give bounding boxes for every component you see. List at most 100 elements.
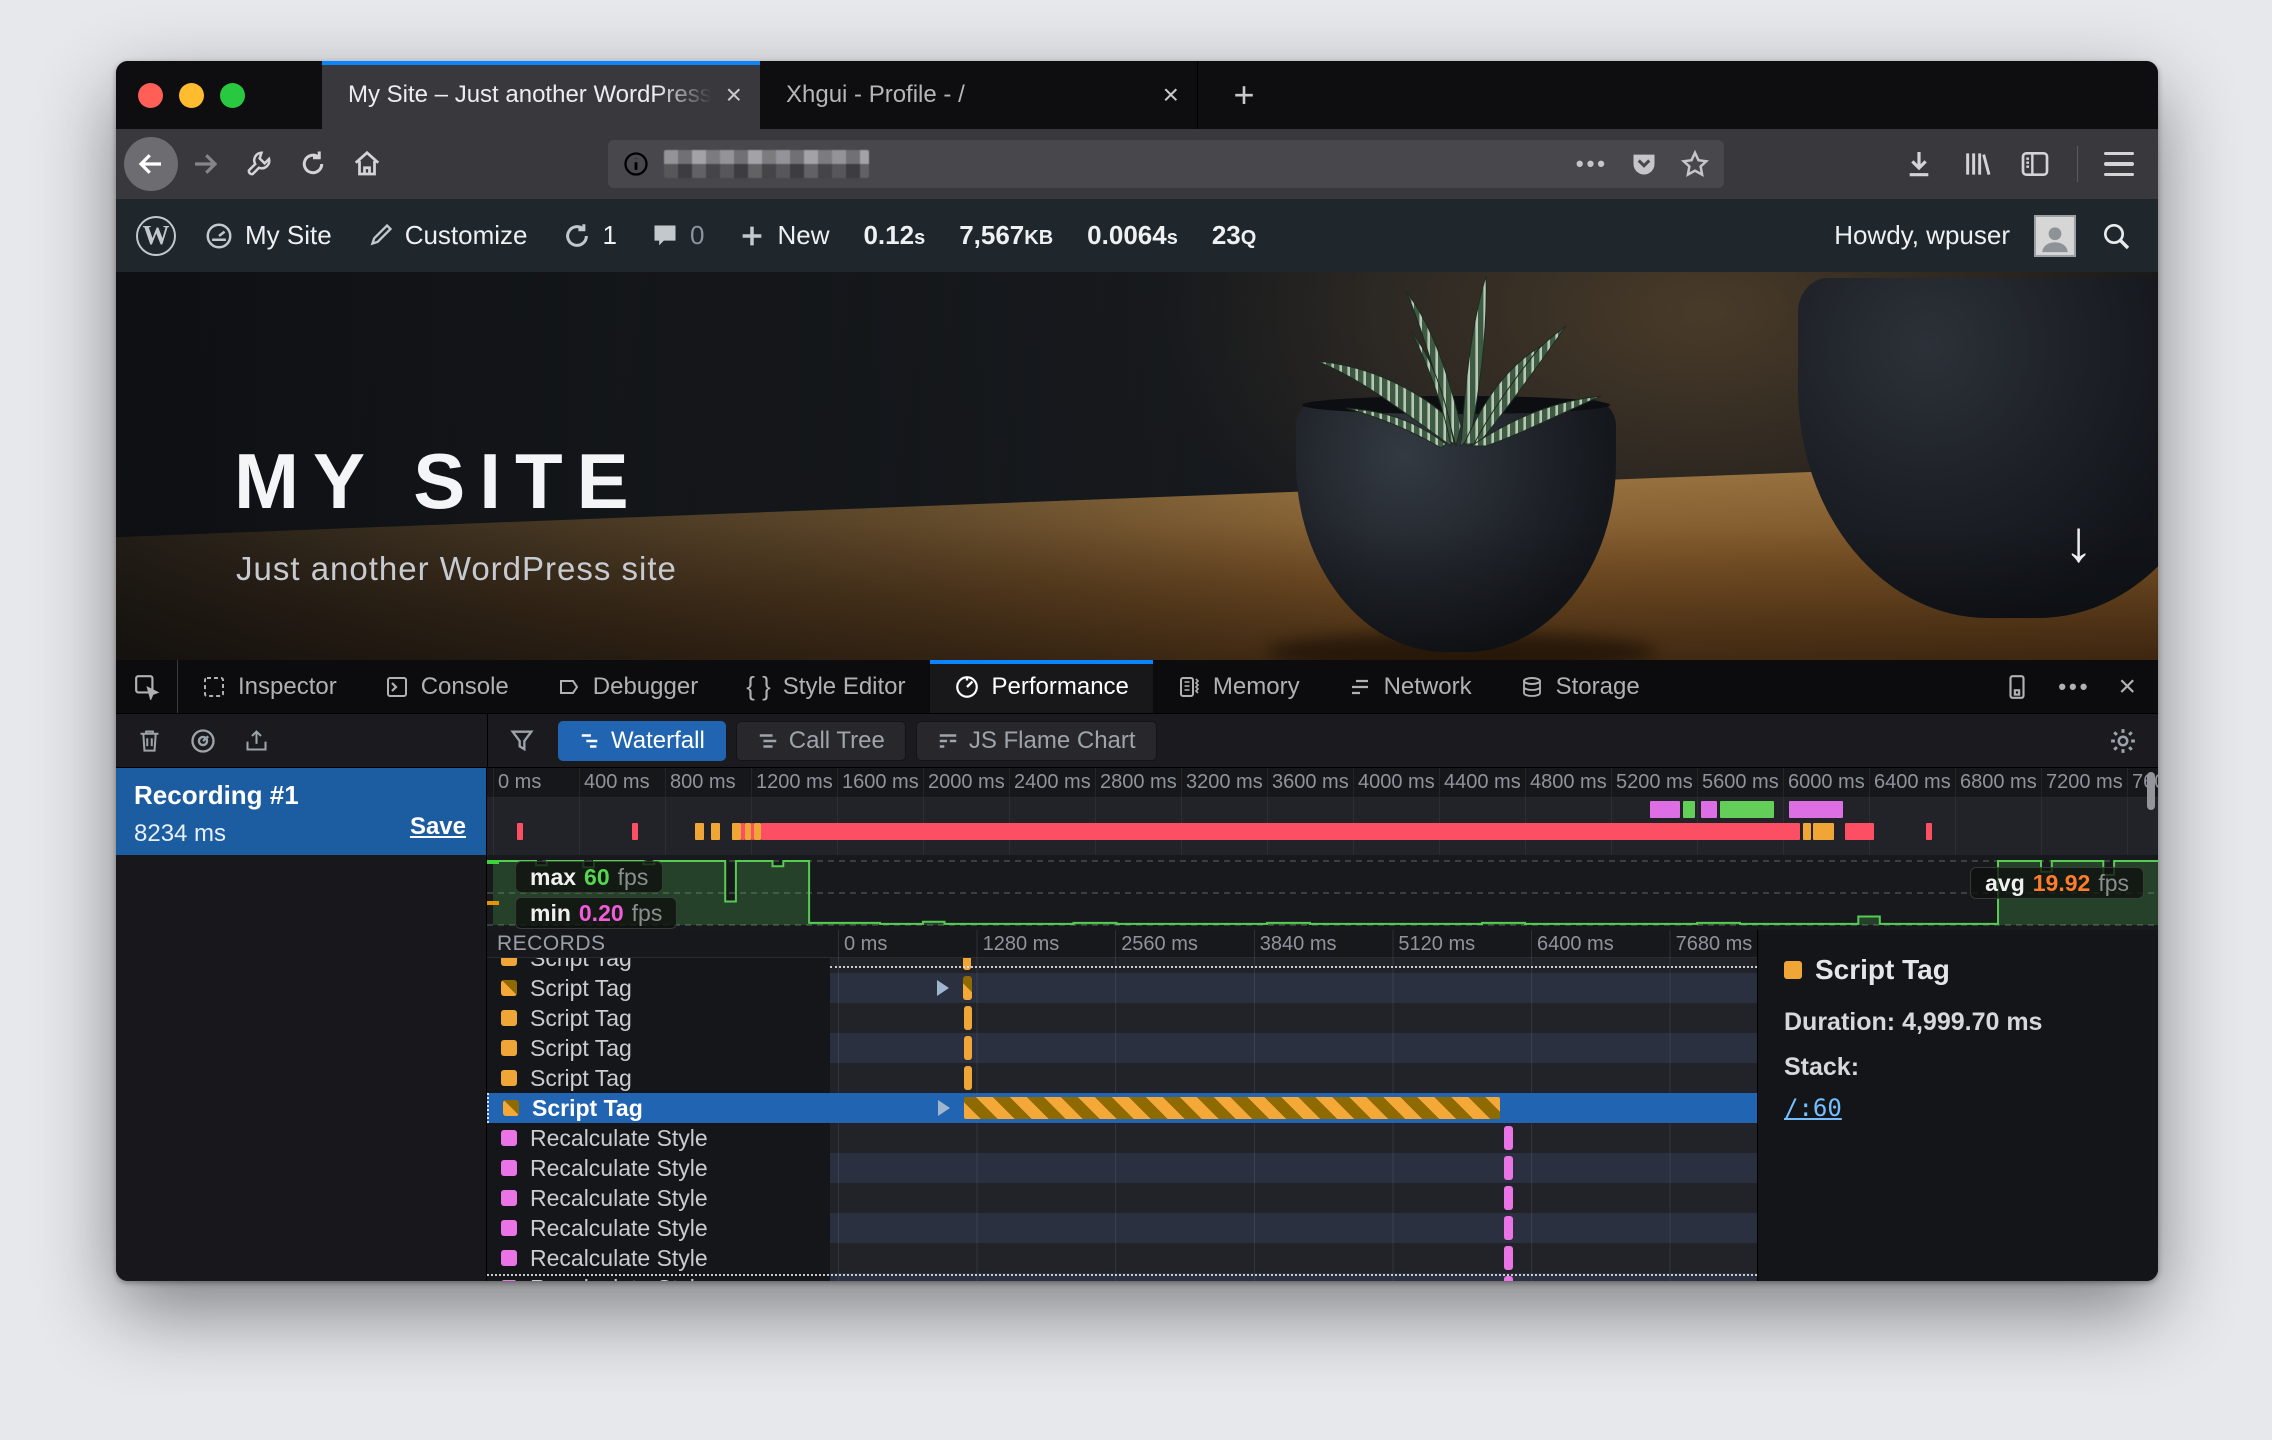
view-tab-waterfall[interactable]: Waterfall	[558, 721, 726, 761]
script-tag-marker-icon	[501, 958, 517, 966]
zoom-window-button[interactable]	[220, 83, 245, 108]
expand-arrow-icon[interactable]	[937, 980, 949, 996]
url-bar[interactable]: •••	[608, 140, 1724, 188]
overview-ruler-tick: 6000 ms	[1783, 771, 1865, 794]
record-track-cell	[830, 1153, 1757, 1183]
import-recording-icon[interactable]	[243, 727, 270, 754]
overview-marker-row-1	[487, 801, 2158, 818]
expand-arrow-icon[interactable]	[938, 1100, 950, 1116]
waterfall-row-script-tag[interactable]: Script Tag	[487, 1033, 1757, 1063]
devtools-close-icon[interactable]: ×	[2118, 670, 2136, 704]
tab-close-icon[interactable]: ×	[726, 81, 742, 109]
devtools-tab-network[interactable]: Network	[1324, 660, 1496, 713]
devtools-tab-debugger[interactable]: Debugger	[533, 660, 722, 713]
record-track-cell	[830, 1093, 1757, 1123]
waterfall-row-recalculate-style[interactable]: Recalculate Style	[487, 1243, 1757, 1273]
waterfall-row-recalculate-style[interactable]: Recalculate Style	[487, 1213, 1757, 1243]
reload-button[interactable]	[286, 137, 340, 191]
record-label: Recalculate Style	[530, 1185, 708, 1212]
back-button[interactable]	[124, 137, 178, 191]
waterfall-row-script-tag[interactable]: Script Tag	[487, 1093, 1757, 1123]
adminbar-updates[interactable]: 1	[562, 220, 617, 251]
adminbar-new[interactable]: New	[738, 220, 829, 251]
framerate-overview[interactable]: max 60 fps min 0.20 fps avg 19.92 fps	[487, 855, 2158, 930]
page-actions-icon[interactable]: •••	[1576, 151, 1608, 177]
record-track-cell	[830, 1213, 1757, 1243]
tab-close-icon[interactable]: ×	[1163, 81, 1179, 109]
recalculate-style-marker-icon	[501, 1250, 517, 1266]
waterfall-row-script-tag[interactable]: Script Tag	[487, 973, 1757, 1003]
waterfall-row-recalculate-style[interactable]: Recalculate Style	[487, 1153, 1757, 1183]
fps-max-badge: max 60 fps	[515, 861, 663, 893]
forward-button[interactable]	[178, 137, 232, 191]
adminbar-customize[interactable]: Customize	[366, 220, 528, 251]
overview-scrollbar-thumb[interactable]	[2147, 772, 2155, 810]
record-label-cell: Script Tag	[487, 973, 830, 1003]
record-track-cell	[830, 1183, 1757, 1213]
devtools-tab-inspector[interactable]: Inspector	[178, 660, 361, 713]
record-label: Recalculate Style	[530, 1245, 708, 1272]
overview-tracks[interactable]	[487, 798, 2158, 855]
devtools-tab-storage[interactable]: Storage	[1496, 660, 1664, 713]
site-info-icon[interactable]	[622, 150, 650, 178]
sidebar-toggle-icon[interactable]	[2019, 148, 2051, 180]
devtools-meatball-menu-icon[interactable]: •••	[2058, 674, 2090, 700]
hero-image: MY SITE Just another WordPress site ↓	[116, 272, 2158, 660]
devtools-tab-performance[interactable]: Performance	[930, 660, 1153, 713]
waterfall-row-script-tag[interactable]: Script Tag	[487, 1003, 1757, 1033]
devtools-tab-console[interactable]: Console	[361, 660, 533, 713]
library-icon[interactable]	[1961, 148, 1993, 180]
record-performance-icon[interactable]	[189, 727, 217, 755]
waterfall-row-script-tag[interactable]: Script Tag	[487, 1063, 1757, 1093]
waterfall-row-recalculate-style[interactable]: Recalculate Style	[487, 1123, 1757, 1153]
scroll-down-arrow[interactable]: ↓	[2064, 508, 2093, 575]
performance-main-pane: 0 ms400 ms800 ms1200 ms1600 ms2000 ms240…	[487, 768, 2158, 1281]
script-tag-marker-icon	[501, 1040, 517, 1056]
tab-xhgui[interactable]: Xhgui - Profile - / ×	[760, 61, 1198, 129]
new-tab-button[interactable]: +	[1221, 73, 1267, 117]
search-icon[interactable]	[2100, 220, 2132, 252]
overview-marker-segment	[1720, 801, 1775, 818]
home-button[interactable]	[340, 137, 394, 191]
minimize-window-button[interactable]	[179, 83, 204, 108]
records-rows: Script TagScript TagScript TagScript Tag…	[487, 958, 1757, 1281]
record-track-cell	[830, 1033, 1757, 1063]
memory-icon	[1177, 675, 1201, 699]
view-tab-call-tree[interactable]: Call Tree	[736, 721, 906, 761]
pocket-icon[interactable]	[1630, 150, 1658, 178]
waterfall-row-recalculate-style[interactable]: Recalculate Style	[487, 1183, 1757, 1213]
adminbar-site[interactable]: My Site	[204, 220, 332, 251]
dock-side-icon[interactable]	[2004, 674, 2030, 700]
range-dotted-line	[830, 966, 1757, 968]
adminbar-comments[interactable]: 0	[651, 220, 704, 251]
devtools-tab-memory[interactable]: Memory	[1153, 660, 1324, 713]
view-tab-js-flame-chart[interactable]: JS Flame Chart	[916, 721, 1157, 761]
element-picker-button[interactable]	[116, 660, 178, 713]
tab-my-site[interactable]: My Site – Just another WordPress si ×	[322, 61, 760, 129]
record-label-cell: Recalculate Style	[487, 1243, 830, 1273]
close-window-button[interactable]	[138, 83, 163, 108]
storage-icon	[1520, 675, 1544, 699]
recording-item[interactable]: Recording #1 8234 ms Save	[116, 768, 486, 855]
waterfall-row-script-tag[interactable]: Script Tag	[487, 958, 1757, 973]
tab-title: My Site – Just another WordPress si	[348, 81, 712, 109]
overview-ruler: 0 ms400 ms800 ms1200 ms1600 ms2000 ms240…	[487, 768, 2158, 798]
menu-button[interactable]	[2104, 152, 2134, 177]
record-label-cell: Script Tag	[487, 958, 830, 973]
wp-logo[interactable]: W	[136, 216, 176, 256]
avatar[interactable]	[2034, 215, 2076, 257]
howdy-greeting[interactable]: Howdy, wpuser	[1834, 220, 2010, 251]
clear-recordings-trash-icon[interactable]	[136, 727, 163, 754]
braces-icon: { }	[746, 671, 771, 702]
download-icon[interactable]	[1903, 148, 1935, 180]
record-label: Script Tag	[530, 1005, 632, 1032]
wrench-icon[interactable]	[232, 137, 286, 191]
filter-icon[interactable]	[508, 727, 536, 755]
devtools-tab-style-editor[interactable]: { } Style Editor	[722, 660, 929, 713]
settings-gear-icon[interactable]	[2108, 726, 2138, 756]
waterfall-bar	[964, 1097, 1499, 1119]
bookmark-star-icon[interactable]	[1680, 149, 1710, 179]
stack-frame-link[interactable]: /:60	[1784, 1094, 1842, 1122]
recording-save-link[interactable]: Save	[410, 813, 466, 841]
overview-marker-row-2	[487, 823, 2158, 840]
